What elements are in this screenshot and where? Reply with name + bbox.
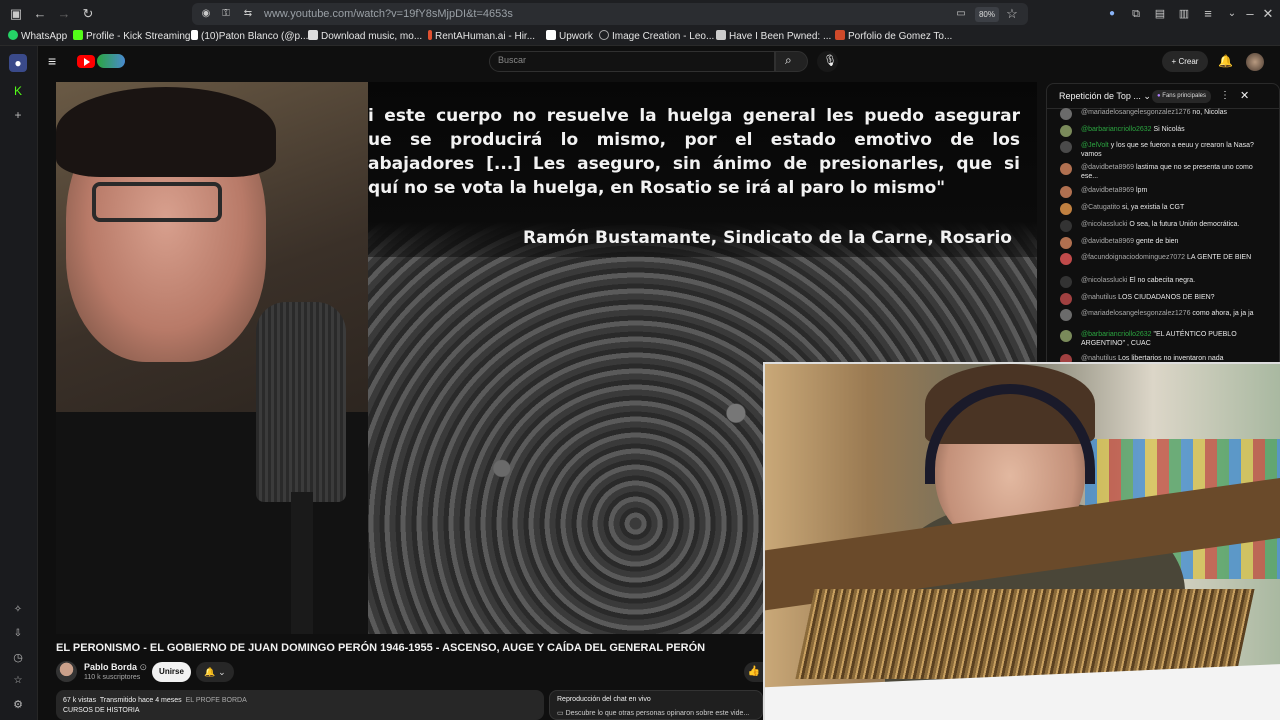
mic-stand-image: [291, 492, 313, 634]
chat-message-body: @facundoignaciodominguez7072 LA GENTE DE…: [1081, 253, 1260, 262]
channel-name[interactable]: Pablo Borda ⊙: [84, 662, 147, 673]
chat-message-body: @barbariancriollo2632 "EL AUTÉNTICO PUEB…: [1081, 330, 1260, 348]
webcam-overlay: [763, 362, 1280, 720]
chat-message-body: @JelVolt y los que se fueron a eeuu y cr…: [1081, 141, 1260, 159]
chat-text: no, Nicolas: [1192, 109, 1228, 116]
stream-date: Transmitido hace 4 meses: [99, 697, 182, 704]
chat-message-body: @nicolasslucki O sea, la futura Unión de…: [1081, 220, 1260, 229]
chat-message: @barbariancriollo2632 "EL AUTÉNTICO PUEB…: [1060, 330, 1260, 348]
chat-message-body: @nahutilus Los libertarios no inventaron…: [1081, 354, 1260, 362]
chat-author[interactable]: @mariadelosangelesgonzalez1276: [1081, 310, 1190, 317]
chat-avatar[interactable]: [1060, 141, 1072, 153]
chat-avatar[interactable]: [1060, 293, 1072, 305]
chat-message-body: @davidbeta8969 gente de bien: [1081, 237, 1260, 246]
chat-message-body: @barbariancriollo2632 Si Nicolás: [1081, 125, 1260, 134]
chat-avatar[interactable]: [1060, 330, 1072, 342]
subscription-bell-button[interactable]: 🔔 ⌄: [196, 662, 234, 682]
chat-message: @JelVolt y los que se fueron a eeuu y cr…: [1060, 141, 1260, 159]
chat-replay-panel[interactable]: Reproducción del chat en vivo ▭ Descubre…: [549, 690, 763, 720]
chat-text: Los libertarios no inventaron nada: [1118, 355, 1224, 362]
chat-avatar[interactable]: [1060, 309, 1072, 321]
chat-avatar[interactable]: [1060, 276, 1072, 288]
chat-message: @nahutilus Los libertarios no inventaron…: [1060, 354, 1260, 362]
chat-replay-text: ▭ Descubre lo que otras personas opinaro…: [557, 710, 750, 717]
chat-message: @mariadelosangelesgonzalez1276 no, Nicol…: [1060, 108, 1260, 120]
verified-icon: ⊙: [139, 662, 148, 672]
description-box[interactable]: 67 k vistas Transmitido hace 4 meses EL …: [56, 690, 544, 720]
bookmarks-icon[interactable]: ☆: [9, 672, 27, 690]
chat-message: @Catugatito si, ya existia la CGT: [1060, 203, 1260, 215]
join-button[interactable]: Unirse: [152, 662, 191, 682]
weaving-image: [795, 589, 1255, 679]
video-tag: EL PROFE BORDA: [185, 697, 247, 704]
thumbs-up-icon: 👍: [747, 666, 761, 677]
chat-author[interactable]: @mariadelosangelesgonzalez1276: [1081, 109, 1190, 116]
bell-icon: 🔔: [204, 667, 216, 677]
chat-text: O sea, la futura Unión democrática.: [1129, 221, 1240, 228]
chat-message: @barbariancriollo2632 Si Nicolás: [1060, 125, 1260, 137]
chat-message-body: @mariadelosangelesgonzalez1276 no, Nicol…: [1081, 108, 1260, 117]
chat-author[interactable]: @facundoignaciodominguez7072: [1081, 254, 1185, 261]
chat-text: lpm: [1136, 187, 1148, 194]
chat-message-body: @nicolasslucki El no cabecita negra.: [1081, 276, 1260, 285]
chat-message-body: @Catugatito si, ya existia la CGT: [1081, 203, 1260, 212]
chat-avatar[interactable]: [1060, 163, 1072, 175]
chat-author[interactable]: @JelVolt: [1081, 142, 1109, 149]
chat-avatar[interactable]: [1060, 125, 1072, 137]
chat-avatar[interactable]: [1060, 186, 1072, 198]
view-count: 67 k vistas: [63, 697, 97, 704]
chat-avatar[interactable]: [1060, 237, 1072, 249]
downloads-icon[interactable]: ⇩: [9, 625, 27, 643]
like-button[interactable]: 👍: [744, 662, 764, 682]
chat-message-list: @mariadelosangelesgonzalez1276 no, Nicol…: [0, 0, 1280, 362]
chat-text: Si Nicolás: [1153, 126, 1185, 133]
chat-message: @davidbeta8969 gente de bien: [1060, 237, 1260, 249]
chat-message-body: @nahutilus LOS CIUDADANOS DE BIEN?: [1081, 293, 1260, 302]
chat-avatar[interactable]: [1060, 354, 1072, 362]
chat-message: @facundoignaciodominguez7072 LA GENTE DE…: [1060, 253, 1260, 265]
settings-icon[interactable]: ⚙: [9, 696, 27, 714]
chat-author[interactable]: @davidbeta8969: [1081, 238, 1134, 245]
chat-message-body: @mariadelosangelesgonzalez1276 como ahor…: [1081, 309, 1260, 318]
chat-text: El no cabecita negra.: [1129, 277, 1196, 284]
description-text: CURSOS DE HISTORIA: [63, 707, 140, 714]
chat-author[interactable]: @nahutilus: [1081, 294, 1116, 301]
chevron-down-icon: ⌄: [218, 667, 226, 677]
chat-text: como ahora, ja ja ja: [1192, 310, 1254, 317]
chat-author[interactable]: @barbariancriollo2632: [1081, 331, 1152, 338]
channel-avatar[interactable]: [56, 661, 77, 682]
chat-author[interactable]: @nicolasslucki: [1081, 277, 1127, 284]
chat-message: @nicolasslucki El no cabecita negra.: [1060, 276, 1260, 288]
history-icon[interactable]: ◷: [9, 649, 27, 667]
video-title: EL PERONISMO - EL GOBIERNO DE JUAN DOMIN…: [56, 642, 706, 654]
chat-avatar[interactable]: [1060, 108, 1072, 120]
chat-avatar[interactable]: [1060, 253, 1072, 265]
chat-avatar[interactable]: [1060, 203, 1072, 215]
chat-author[interactable]: @davidbeta8969: [1081, 187, 1134, 194]
chat-text: si, ya existia la CGT: [1121, 204, 1185, 211]
chat-avatar[interactable]: [1060, 220, 1072, 232]
chat-message: @nahutilus LOS CIUDADANOS DE BIEN?: [1060, 293, 1260, 305]
chat-author[interactable]: @nahutilus: [1081, 355, 1116, 362]
chat-message: @nicolasslucki O sea, la futura Unión de…: [1060, 220, 1260, 232]
chat-text: gente de bien: [1136, 238, 1179, 245]
chat-icon: ▭: [557, 710, 566, 717]
ai-icon[interactable]: ✧: [9, 601, 27, 619]
chat-message: @mariadelosangelesgonzalez1276 como ahor…: [1060, 309, 1260, 321]
chat-replay-title: Reproducción del chat en vivo: [557, 696, 651, 703]
chat-author[interactable]: @barbariancriollo2632: [1081, 126, 1152, 133]
chat-author[interactable]: @nicolasslucki: [1081, 221, 1127, 228]
chat-message-body: @davidbeta8969 lastima que no se present…: [1081, 163, 1260, 181]
chat-message: @davidbeta8969 lastima que no se present…: [1060, 163, 1260, 181]
subscriber-count: 110 k suscriptores: [84, 674, 141, 681]
chat-text: LA GENTE DE BIEN: [1186, 254, 1252, 261]
chat-author[interactable]: @davidbeta8969: [1081, 164, 1134, 171]
chat-message: @davidbeta8969 lpm: [1060, 186, 1260, 198]
chat-author[interactable]: @Catugatito: [1081, 204, 1120, 211]
chat-text: LOS CIUDADANOS DE BIEN?: [1118, 294, 1215, 301]
chat-message-body: @davidbeta8969 lpm: [1081, 186, 1260, 195]
